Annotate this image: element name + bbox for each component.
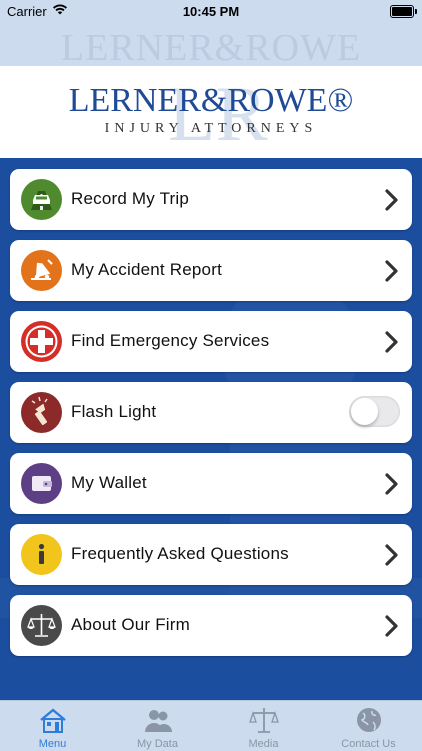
chevron-right-icon [384,330,400,354]
tab-label: Contact Us [341,738,396,750]
globe-icon [354,705,384,735]
accident-report-icon [21,250,62,291]
menu-item-label: Frequently Asked Questions [71,544,289,563]
menu-item-flash-light[interactable]: Flash Light [10,382,412,443]
clock: 10:45 PM [182,4,240,19]
tab-media[interactable]: Media [211,701,316,751]
people-icon [143,705,173,735]
tab-label: My Data [137,738,178,750]
flashlight-toggle[interactable] [349,396,400,427]
logo-name: LERNER&ROWE® [68,82,354,119]
car-road-icon [21,179,62,220]
tab-contact-us[interactable]: Contact Us [316,701,421,751]
scales-icon [249,705,279,735]
menu-item-label: My Wallet [71,473,147,492]
chevron-right-icon [384,543,400,567]
tab-my-data[interactable]: My Data [105,701,210,751]
red-cross-icon [21,321,62,362]
menu-item-about-firm[interactable]: About Our Firm [10,595,412,656]
menu-item-label: About Our Firm [71,615,190,634]
info-icon [21,534,62,575]
menu-item-faq[interactable]: Frequently Asked Questions [10,524,412,585]
header-watermark: LERNER&ROWE [60,27,362,69]
menu-item-accident-report[interactable]: My Accident Report [10,240,412,301]
chevron-right-icon [384,472,400,496]
menu-item-label: Flash Light [71,402,157,421]
status-bar: Carrier 10:45 PM [0,0,422,24]
chevron-right-icon [384,188,400,212]
chevron-right-icon [384,614,400,638]
menu-item-record-trip[interactable]: Record My Trip [10,169,412,230]
menu-item-label: My Accident Report [71,260,222,279]
menu-item-my-wallet[interactable]: My Wallet [10,453,412,514]
tab-label: Media [248,738,279,750]
menu-item-label: Record My Trip [71,189,190,208]
toggle-knob [351,398,378,425]
tab-bar: Menu My Data Media Contact Us [0,700,422,751]
wallet-icon [21,463,62,504]
battery-icon [390,5,417,18]
flashlight-icon [21,392,62,433]
tab-label: Menu [38,738,67,750]
chevron-right-icon [384,259,400,283]
menu-item-label: Find Emergency Services [71,331,270,350]
menu-item-emergency-services[interactable]: Find Emergency Services [10,311,412,372]
tab-menu[interactable]: Menu [0,701,105,751]
scales-icon [21,605,62,646]
house-icon [38,705,68,735]
logo-subtitle: INJURY ATTORNEYS [104,121,318,136]
